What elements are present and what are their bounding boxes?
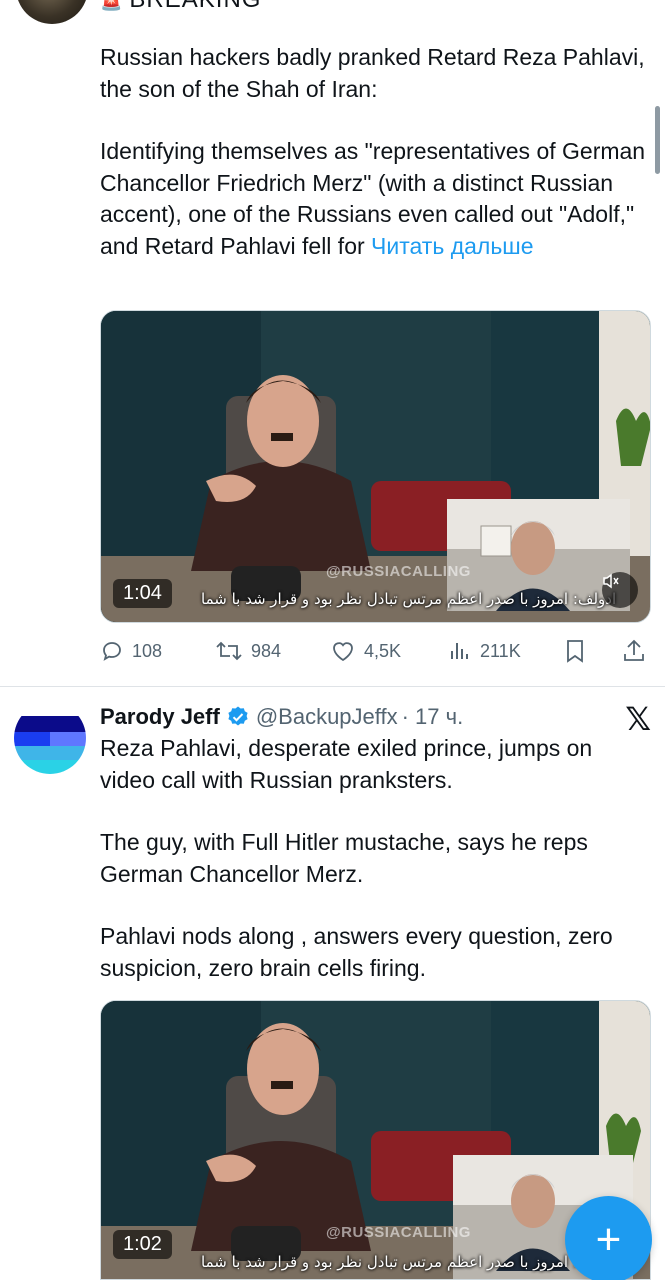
video-subtitle: ادولف: امروز با صدر اعظم مرتس تبادل نظر … (201, 590, 617, 608)
bookmark-icon (567, 640, 583, 663)
bookmark-button[interactable] (564, 636, 594, 666)
tweet-paragraph: Russian hackers badly pranked Retard Rez… (100, 44, 645, 102)
compose-button[interactable]: + (565, 1196, 652, 1280)
verified-badge-icon (226, 705, 250, 729)
tweet-actions: 108 984 4,5K 211K (100, 636, 651, 666)
video-duration: 1:02 (113, 1230, 172, 1259)
repost-button[interactable]: 984 (215, 636, 281, 666)
heart-icon (333, 642, 353, 662)
avatar[interactable] (14, 702, 86, 774)
views-button[interactable]: 211K (448, 636, 521, 666)
share-button[interactable] (622, 636, 654, 666)
breaking-label: 🚨BREAKING (100, 0, 261, 14)
tweet-text: Reza Pahlavi, desperate exiled prince, j… (100, 733, 650, 984)
tweet-header: Parody Jeff @BackupJeffx · 17 ч. 𝕏 (100, 700, 651, 737)
video-watermark: @RUSSIACALLING (326, 1224, 471, 1241)
mute-icon[interactable] (602, 572, 638, 608)
siren-icon: 🚨 (100, 0, 124, 11)
repost-icon (216, 641, 242, 661)
tweet-text: Russian hackers badly pranked Retard Rez… (100, 42, 650, 262)
user-handle[interactable]: @BackupJeffx (256, 704, 398, 730)
reply-icon (103, 642, 121, 661)
reply-count: 108 (132, 640, 163, 661)
video-subtitle: ادولف: امروز با صدر اعظم مرتس تبادل نظر … (201, 1253, 617, 1271)
views-icon (451, 643, 468, 659)
share-icon (624, 639, 644, 661)
tweet-paragraph: Pahlavi nods along , answers every quest… (100, 923, 613, 981)
plus-icon: + (595, 1214, 622, 1264)
views-count: 211K (480, 640, 521, 661)
read-more-link[interactable]: Читать дальше (371, 233, 534, 259)
repost-count: 984 (251, 640, 282, 661)
video-watermark: @RUSSIACALLING (326, 563, 471, 580)
tweet-paragraph: The guy, with Full Hitler mustache, says… (100, 829, 588, 887)
reply-button[interactable]: 108 (100, 636, 162, 666)
like-count: 4,5K (364, 640, 402, 661)
video-duration: 1:04 (113, 579, 172, 608)
display-name[interactable]: Parody Jeff (100, 704, 220, 730)
tweet-paragraph: Identifying themselves as "representativ… (100, 138, 646, 259)
tweet-paragraph: Reza Pahlavi, desperate exiled prince, j… (100, 735, 593, 793)
tweet-time[interactable]: · 17 ч. (402, 704, 464, 730)
like-button[interactable]: 4,5K (330, 636, 401, 666)
video-player[interactable]: @RUSSIACALLING ادولف: امروز با صدر اعظم … (100, 310, 651, 623)
